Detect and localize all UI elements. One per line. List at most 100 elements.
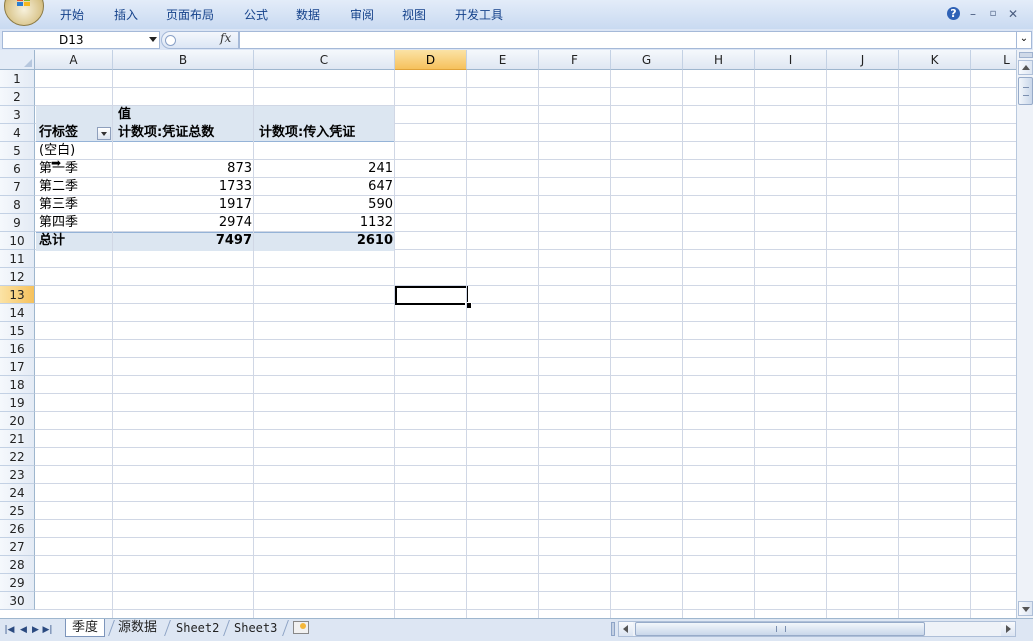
sheet-tab-sheet2[interactable]: Sheet2: [170, 619, 225, 637]
row-header-5[interactable]: 5: [0, 142, 35, 160]
pivot-total-c[interactable]: 2610: [255, 232, 393, 250]
tab-view[interactable]: 视图: [402, 6, 426, 23]
column-header-f[interactable]: F: [539, 50, 611, 70]
pivot-value-b[interactable]: 873: [114, 160, 252, 178]
vertical-scroll-thumb[interactable]: [1018, 77, 1033, 105]
row-header-4[interactable]: 4: [0, 124, 35, 142]
chevron-down-icon[interactable]: [149, 37, 157, 42]
pivot-row-label-header[interactable]: 行标签: [39, 124, 78, 142]
office-button[interactable]: [4, 0, 44, 26]
tab-review[interactable]: 审阅: [350, 6, 374, 23]
insert-function-button[interactable]: fx: [220, 31, 231, 45]
row-header-9[interactable]: 9: [0, 214, 35, 232]
pivot-total-b[interactable]: 7497: [114, 232, 252, 250]
horizontal-scrollbar[interactable]: [618, 621, 1016, 637]
row-header-8[interactable]: 8: [0, 196, 35, 214]
row-header-20[interactable]: 20: [0, 412, 35, 430]
prev-sheet-icon[interactable]: ◀: [18, 622, 29, 638]
row-header-14[interactable]: 14: [0, 304, 35, 322]
tab-split-handle[interactable]: [611, 622, 615, 636]
pivot-value-c[interactable]: 647: [255, 178, 393, 196]
name-box[interactable]: D13: [2, 31, 160, 49]
worksheet-grid[interactable]: 30 29 28 27 26 25 24 23 22 21 20 19 18 17 16 15 14 13 12 11…: [0, 50, 1016, 618]
pivot-col-header-b[interactable]: 计数项:凭证总数: [118, 124, 214, 142]
row-header-12[interactable]: 12: [0, 268, 35, 286]
row-label-filter-button[interactable]: [97, 127, 111, 140]
row-header-6[interactable]: 6: [0, 160, 35, 178]
resize-knob-icon[interactable]: [165, 35, 176, 46]
row-header-24[interactable]: 24: [0, 484, 35, 502]
column-header-e[interactable]: E: [467, 50, 539, 70]
row-header-10[interactable]: 10: [0, 232, 35, 250]
row-header-22[interactable]: 22: [0, 448, 35, 466]
row-header-27[interactable]: 27: [0, 538, 35, 556]
restore-icon[interactable]: ▫: [985, 6, 1001, 22]
row-header-2[interactable]: 2: [0, 88, 35, 106]
column-header-l[interactable]: L: [971, 50, 1016, 70]
pivot-value-b[interactable]: 2974: [114, 214, 252, 232]
select-all-button[interactable]: [0, 50, 35, 70]
row-header-29[interactable]: 29: [0, 574, 35, 592]
tab-page-layout[interactable]: 页面布局: [166, 6, 214, 23]
tab-formulas[interactable]: 公式: [244, 6, 268, 23]
pivot-value-b[interactable]: 1917: [114, 196, 252, 214]
row-header-26[interactable]: 26: [0, 520, 35, 538]
column-header-g[interactable]: G: [611, 50, 683, 70]
horizontal-scroll-thumb[interactable]: [635, 622, 925, 636]
row-header-28[interactable]: 28: [0, 556, 35, 574]
pivot-value-b[interactable]: 1733: [114, 178, 252, 196]
row-header-19[interactable]: 19: [0, 394, 35, 412]
tab-insert[interactable]: 插入: [114, 6, 138, 23]
vertical-scrollbar[interactable]: [1016, 50, 1033, 618]
column-header-k[interactable]: K: [899, 50, 971, 70]
split-handle-icon[interactable]: [1019, 52, 1033, 58]
pivot-col-header-c[interactable]: 计数项:传入凭证: [259, 124, 355, 142]
column-header-j[interactable]: J: [827, 50, 899, 70]
row-header-3[interactable]: 3: [0, 106, 35, 124]
column-header-a[interactable]: A: [35, 50, 113, 70]
row-header-21[interactable]: 21: [0, 430, 35, 448]
tab-developer[interactable]: 开发工具: [455, 6, 503, 23]
row-header-25[interactable]: 25: [0, 502, 35, 520]
tab-home[interactable]: 开始: [60, 6, 84, 23]
row-header-13[interactable]: 13: [0, 286, 35, 304]
row-header-11[interactable]: 11: [0, 250, 35, 268]
minimize-icon[interactable]: –: [965, 6, 981, 22]
column-header-d[interactable]: D: [395, 50, 467, 70]
pivot-value-c[interactable]: 1132: [255, 214, 393, 232]
close-icon[interactable]: ✕: [1005, 6, 1021, 22]
row-header-23[interactable]: 23: [0, 466, 35, 484]
pivot-total-label[interactable]: 总计: [39, 232, 65, 250]
row-header-15[interactable]: 15: [0, 322, 35, 340]
first-sheet-icon[interactable]: |◀: [4, 622, 15, 638]
expand-formula-bar-button[interactable]: ⌄: [1016, 31, 1032, 49]
active-cell-d13[interactable]: [395, 286, 468, 305]
sheet-tab-source-data[interactable]: 源数据: [112, 619, 163, 637]
row-header-18[interactable]: 18: [0, 376, 35, 394]
sheet-tab-quarter[interactable]: 季度: [65, 619, 106, 637]
help-icon[interactable]: ?: [947, 7, 960, 20]
scroll-left-icon[interactable]: [619, 622, 633, 636]
insert-sheet-icon[interactable]: [293, 621, 309, 634]
pivot-row-label[interactable]: 第二季: [39, 178, 78, 196]
row-header-7[interactable]: 7: [0, 178, 35, 196]
sheet-tab-sheet3[interactable]: Sheet3: [228, 619, 283, 637]
tab-data[interactable]: 数据: [296, 6, 320, 23]
pivot-value-c[interactable]: 590: [255, 196, 393, 214]
pivot-row-label[interactable]: 第三季: [39, 196, 78, 214]
last-sheet-icon[interactable]: ▶|: [42, 622, 53, 638]
row-header-1[interactable]: 1: [0, 70, 35, 88]
row-header-16[interactable]: 16: [0, 340, 35, 358]
scroll-up-icon[interactable]: [1018, 60, 1033, 75]
pivot-values-header[interactable]: 值: [118, 106, 131, 124]
pivot-row-label[interactable]: 第四季: [39, 214, 78, 232]
column-header-i[interactable]: I: [755, 50, 827, 70]
formula-input[interactable]: [239, 31, 1017, 49]
row-header-17[interactable]: 17: [0, 358, 35, 376]
row-header-30[interactable]: 30: [0, 592, 35, 610]
scroll-right-icon[interactable]: [1001, 622, 1015, 636]
column-header-h[interactable]: H: [683, 50, 755, 70]
column-header-b[interactable]: B: [113, 50, 254, 70]
column-header-c[interactable]: C: [254, 50, 395, 70]
scroll-down-icon[interactable]: [1018, 601, 1033, 616]
